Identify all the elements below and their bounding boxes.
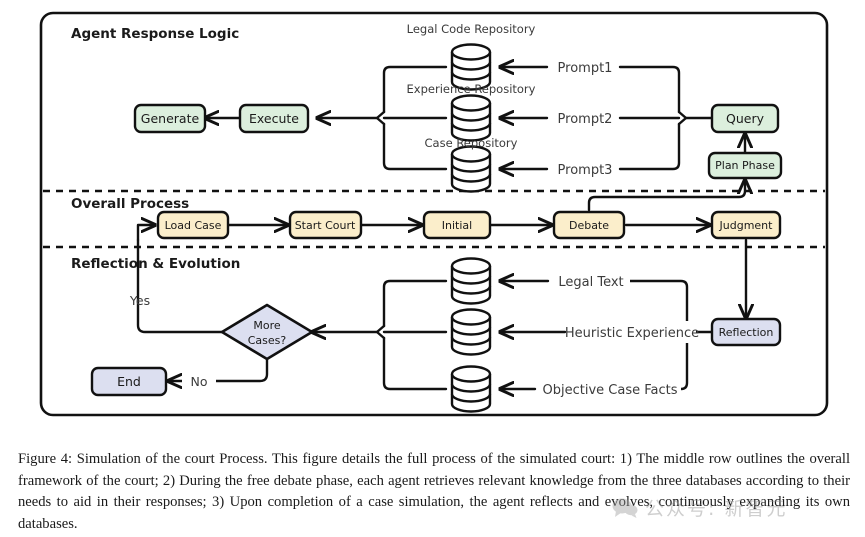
- edge-yes-into-load-case: [136, 225, 155, 242]
- section-title-overall-process: Overall Process: [71, 196, 189, 212]
- edge-label-legal-text: Legal Text: [558, 275, 623, 290]
- database-icon-legal-text: [450, 257, 492, 305]
- node-label-generate: Generate: [141, 111, 200, 126]
- figure-diagram: Agent Response Logic Overall Process Ref…: [0, 0, 865, 437]
- figure-caption: Figure 4: Simulation of the court Proces…: [0, 437, 865, 537]
- database-icon-heuristic-experience: [450, 308, 492, 356]
- node-label-initial: Initial: [442, 219, 472, 232]
- edge-label-heuristic-experience: Heuristic Experience: [565, 326, 699, 341]
- database-icon-experience-repository: [450, 94, 492, 142]
- node-judgment[interactable]: Judgment: [710, 210, 782, 240]
- edge-more-cases-yes: [136, 238, 225, 334]
- node-label-more-cases-line2: Cases?: [248, 334, 287, 347]
- node-plan-phase[interactable]: Plan Phase: [707, 151, 783, 180]
- node-label-judgment: Judgment: [719, 219, 774, 232]
- edge-fanout-to-prompt1: [618, 65, 681, 114]
- node-end[interactable]: End: [90, 366, 168, 397]
- node-debate[interactable]: Debate: [552, 210, 626, 240]
- branch-label-no: No: [191, 374, 208, 389]
- figure-caption-text: Figure 4: Simulation of the court Proces…: [18, 451, 850, 532]
- branch-label-yes: Yes: [129, 293, 150, 308]
- figure-page: Agent Response Logic Overall Process Ref…: [0, 0, 865, 537]
- edge-fanout-to-prompt3: [618, 122, 681, 171]
- node-start-court[interactable]: Start Court: [288, 210, 363, 240]
- repo-label-case-repository: Case Repository: [425, 136, 518, 150]
- node-label-query: Query: [726, 111, 765, 126]
- node-label-reflection: Reflection: [719, 326, 774, 339]
- node-label-execute: Execute: [249, 111, 299, 126]
- database-icon-objective-case-facts: [450, 365, 492, 413]
- node-label-load-case: Load Case: [165, 219, 222, 232]
- node-label-debate: Debate: [569, 219, 609, 232]
- node-reflection[interactable]: Reflection: [710, 317, 782, 347]
- section-title-reflection-evolution: Reflection & Evolution: [71, 256, 240, 272]
- node-load-case[interactable]: Load Case: [156, 210, 230, 240]
- node-label-start-court: Start Court: [295, 219, 356, 232]
- section-title-agent-response-logic: Agent Response Logic: [71, 26, 239, 42]
- edge-label-objective-case-facts: Objective Case Facts: [543, 383, 678, 398]
- repo-label-legal-code-repository: Legal Code Repository: [407, 22, 536, 36]
- edge-label-prompt2: Prompt2: [558, 112, 613, 127]
- edge-db-legal-text-to-merge: [382, 279, 448, 328]
- node-more-cases[interactable]: More Cases?: [220, 303, 314, 361]
- node-label-plan-phase: Plan Phase: [715, 159, 775, 172]
- edge-debate-to-plan-phase: [587, 180, 745, 212]
- edge-label-prompt1: Prompt1: [558, 61, 613, 76]
- node-generate[interactable]: Generate: [133, 103, 207, 134]
- node-initial[interactable]: Initial: [422, 210, 492, 240]
- repo-label-experience-repository: Experience Repository: [407, 82, 536, 96]
- node-query[interactable]: Query: [710, 103, 780, 134]
- edge-fanout-to-legal-text: [628, 279, 689, 328]
- node-label-end: End: [117, 374, 141, 389]
- edge-db-objective-case-facts-to-merge: [382, 336, 448, 391]
- node-label-more-cases-line1: More: [253, 319, 281, 332]
- edge-label-prompt3: Prompt3: [558, 163, 613, 178]
- node-execute[interactable]: Execute: [238, 103, 310, 134]
- diagram-canvas: Agent Response Logic Overall Process Ref…: [39, 11, 829, 417]
- database-icon-case-repository: [450, 145, 492, 193]
